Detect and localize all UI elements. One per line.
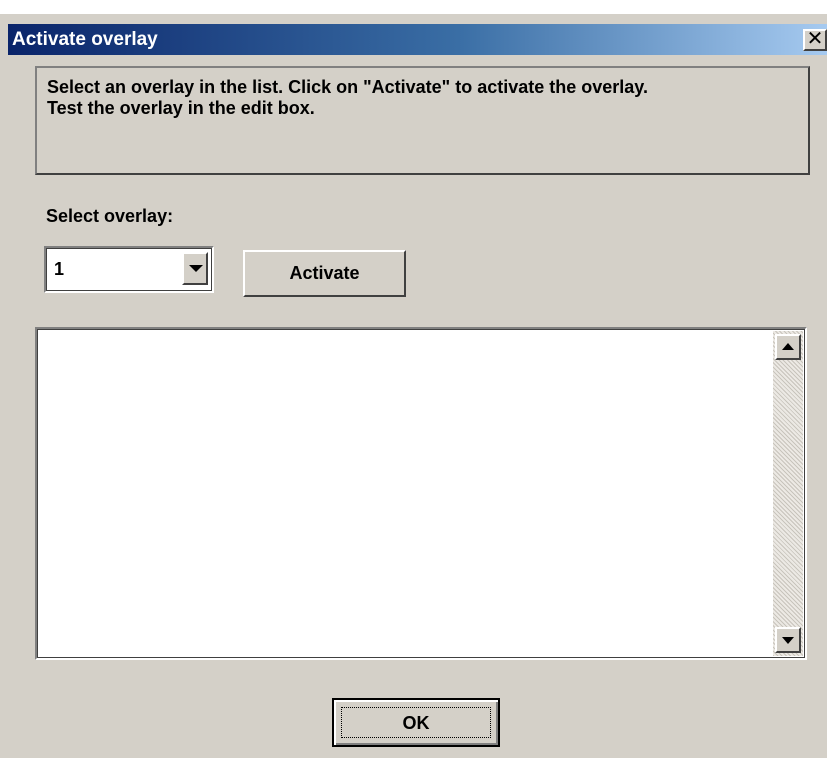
vertical-scrollbar[interactable] [773,331,803,656]
edit-box-text[interactable] [43,335,771,652]
ok-button-label: OK [341,707,491,738]
activate-button[interactable]: Activate [243,250,406,297]
instructions-line-1: Select an overlay in the list. Click on … [47,77,648,97]
ok-button[interactable]: OK [332,698,500,747]
instructions-box: Select an overlay in the list. Click on … [35,66,810,175]
test-edit-box[interactable] [35,327,807,660]
scroll-up-icon[interactable] [775,334,801,360]
close-icon: ✕ [806,28,824,50]
overlay-combobox[interactable]: 1 [44,246,214,293]
overlay-combobox-value: 1 [54,259,65,279]
title-bar[interactable]: Activate overlay ✕ [8,24,827,55]
close-button[interactable]: ✕ [803,29,827,51]
instructions-line-2: Test the overlay in the edit box. [47,98,315,118]
scroll-down-icon[interactable] [775,627,801,653]
dialog-window: Activate overlay ✕ Select an overlay in … [0,14,827,758]
select-overlay-label: Select overlay: [46,206,174,226]
window-title: Activate overlay [12,29,158,50]
chevron-down-icon[interactable] [182,252,208,285]
